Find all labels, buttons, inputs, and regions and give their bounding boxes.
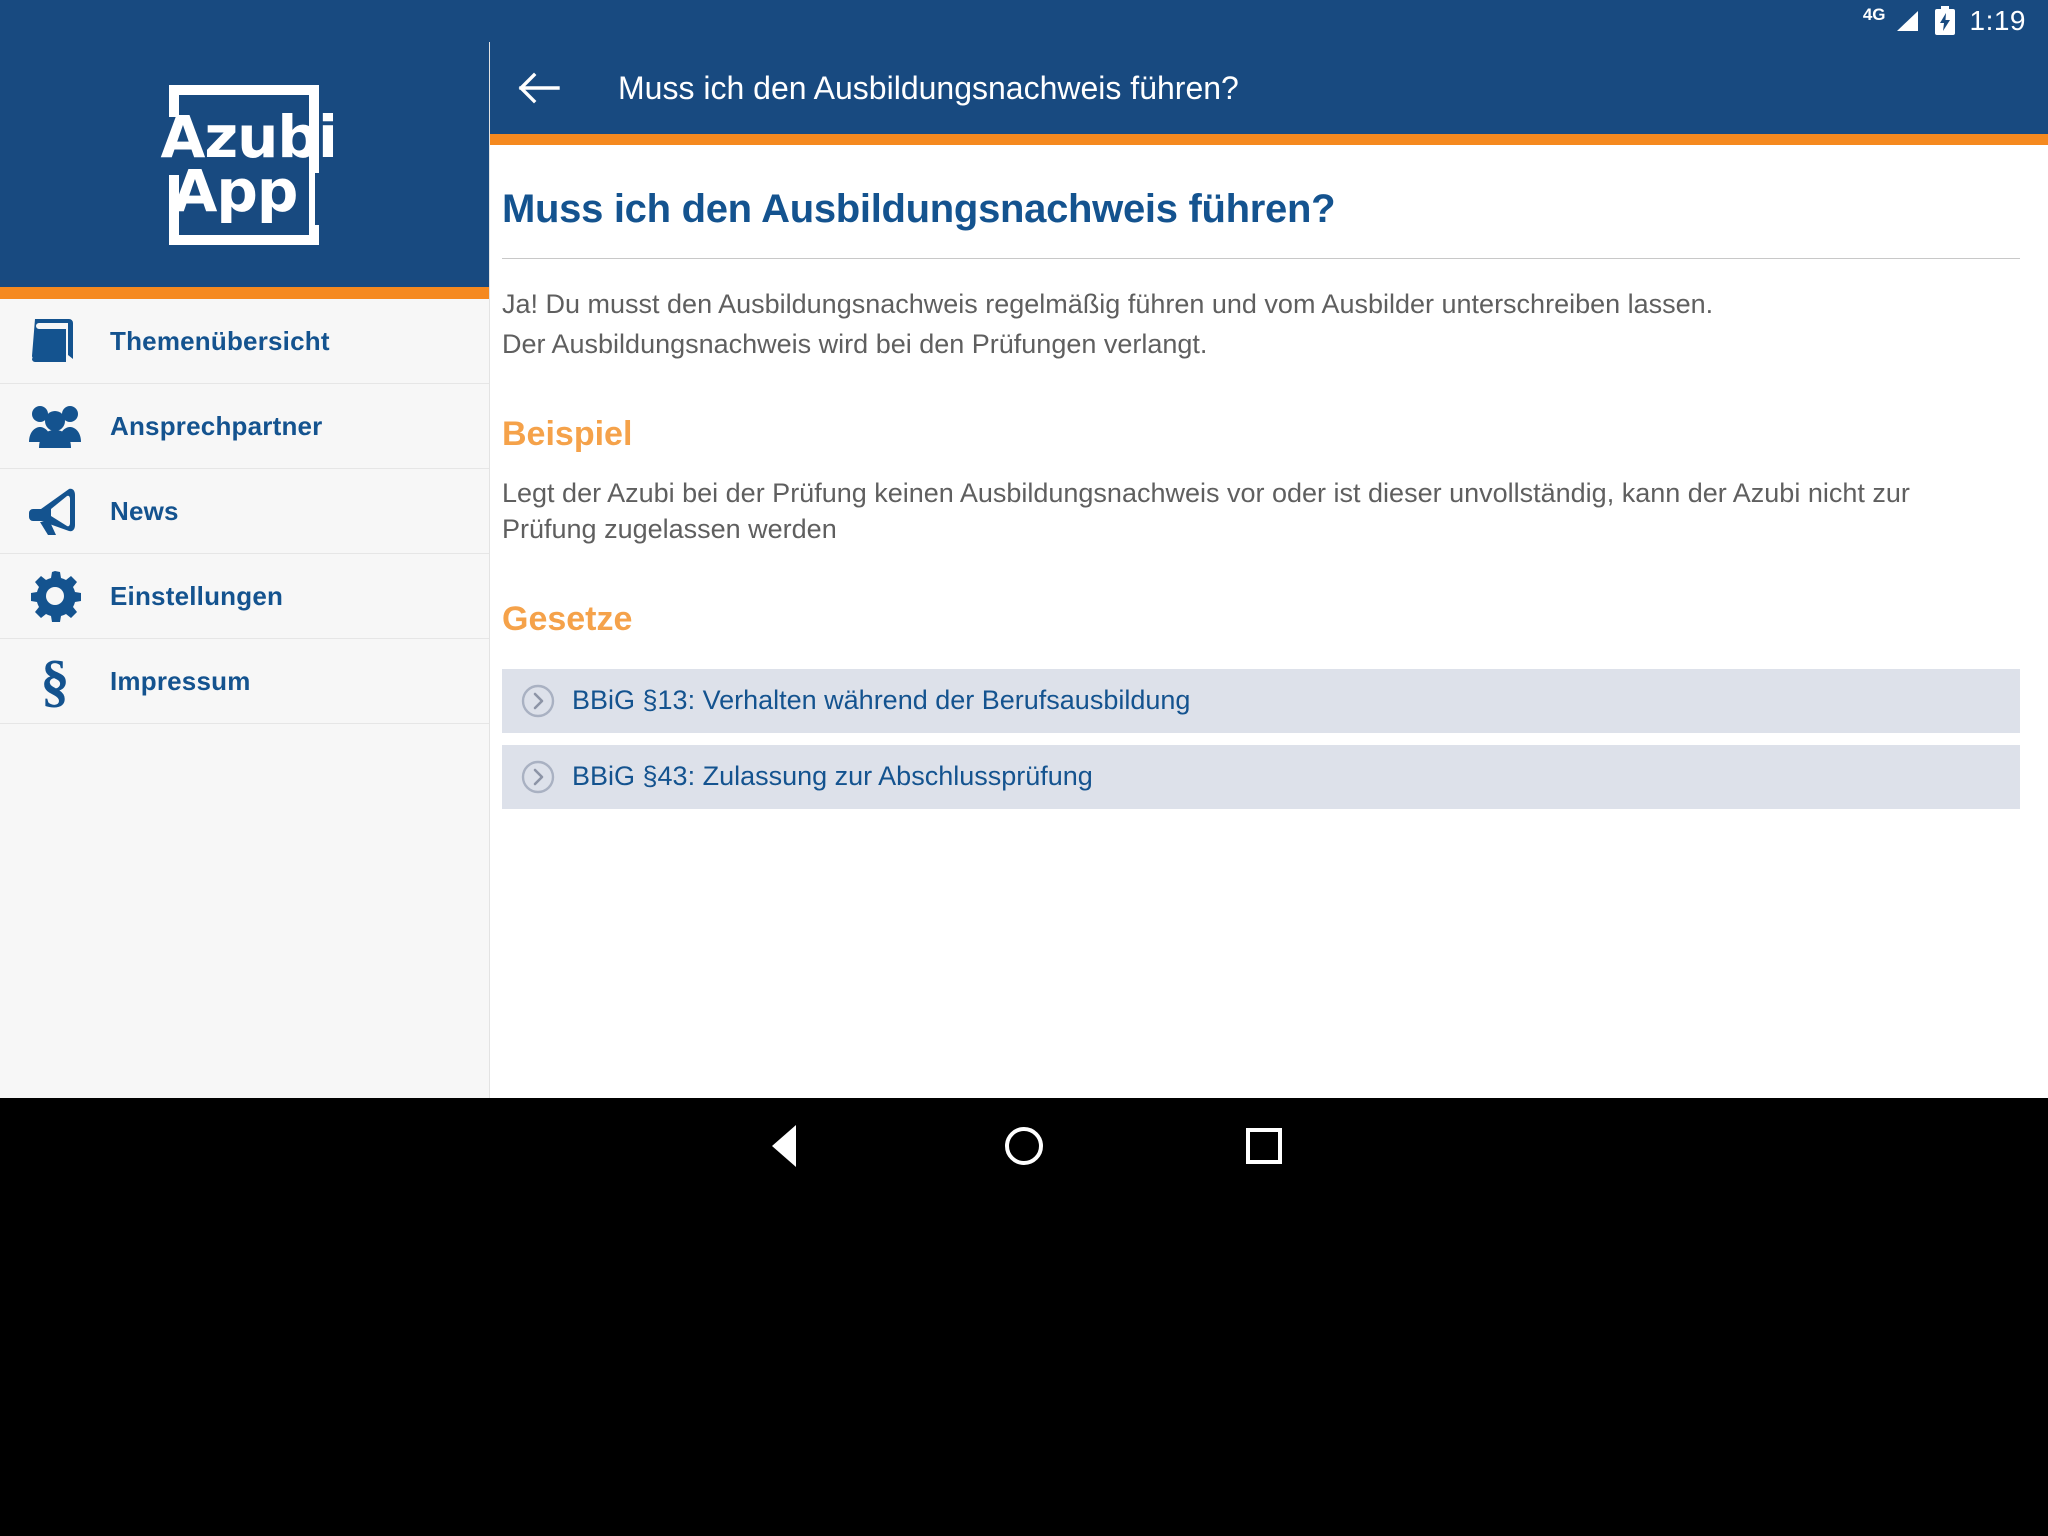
signal-icon bbox=[1894, 8, 1920, 34]
sidebar-item-einstellungen[interactable]: Einstellungen bbox=[0, 554, 489, 639]
section-sign-icon: § bbox=[40, 648, 70, 713]
app-bar: Muss ich den Ausbildungsnachweis führen? bbox=[490, 42, 2048, 134]
megaphone-icon bbox=[18, 481, 92, 541]
sidebar-item-label: Themenübersicht bbox=[110, 325, 330, 356]
home-circle-icon[interactable] bbox=[989, 1111, 1059, 1181]
gear-icon bbox=[18, 566, 92, 626]
section-heading-gesetze: Gesetze bbox=[502, 599, 633, 638]
section-heading-beispiel: Beispiel bbox=[502, 414, 633, 453]
network-type-label: 4G bbox=[1862, 4, 1886, 24]
app-bar-title: Muss ich den Ausbildungsnachweis führen? bbox=[618, 69, 1239, 106]
sidebar-item-impressum[interactable]: § Impressum bbox=[0, 639, 489, 724]
example-text: Legt der Azubi bei der Prüfung keinen Au… bbox=[502, 477, 1910, 544]
status-bar: 4G 1:19 bbox=[0, 0, 2048, 42]
azubi-app-logo: Azubi App bbox=[146, 81, 343, 249]
title-divider bbox=[502, 258, 2020, 259]
paragraph: Ja! Du musst den Ausbildungsnachweis reg… bbox=[502, 289, 1714, 319]
navigation-buttons bbox=[0, 1098, 2048, 1194]
people-group-icon bbox=[18, 396, 92, 456]
law-link-label: BBiG §43: Zulassung zur Abschlussprüfung bbox=[572, 761, 1093, 792]
drawer-accent-bar bbox=[0, 287, 489, 299]
logo-wordmark: Azubi App bbox=[147, 81, 343, 249]
sidebar-item-news[interactable]: News bbox=[0, 469, 489, 554]
page-title: Muss ich den Ausbildungsnachweis führen? bbox=[502, 187, 1336, 231]
article-body: Muss ich den Ausbildungsnachweis führen?… bbox=[490, 145, 2048, 1098]
sidebar-item-ansprechpartner[interactable]: Ansprechpartner bbox=[0, 384, 489, 469]
clock-label: 1:19 bbox=[1969, 5, 2026, 36]
drawer-menu: Themenübersicht Ansprechpartner News Ein… bbox=[0, 299, 489, 724]
android-navigation-bar bbox=[0, 1098, 2048, 1536]
law-link-item[interactable]: BBiG §13: Verhalten während der Berufsau… bbox=[502, 668, 2020, 733]
back-triangle-icon[interactable] bbox=[749, 1111, 819, 1181]
law-link-list: BBiG §13: Verhalten während der Berufsau… bbox=[502, 668, 2020, 809]
sidebar-item-label: News bbox=[110, 495, 179, 526]
sidebar-item-themenuebersicht[interactable]: Themenübersicht bbox=[0, 299, 489, 384]
sidebar-item-label: Ansprechpartner bbox=[110, 410, 323, 441]
paragraph: Der Ausbildungsnachweis wird bei den Prü… bbox=[502, 328, 1208, 359]
book-icon bbox=[18, 311, 92, 371]
chevron-right-circle-icon bbox=[518, 681, 558, 721]
law-link-label: BBiG §13: Verhalten während der Berufsau… bbox=[572, 685, 1191, 716]
app-screen: 4G 1:19 Azubi App Themenübersicht Anspre… bbox=[0, 0, 2048, 1536]
drawer-header: Azubi App bbox=[0, 42, 489, 287]
law-link-item[interactable]: BBiG §43: Zulassung zur Abschlussprüfung bbox=[502, 744, 2020, 809]
logo-line-2: App bbox=[172, 156, 299, 225]
chevron-right-circle-icon bbox=[518, 757, 558, 797]
sidebar-item-label: Einstellungen bbox=[110, 580, 284, 611]
recents-square-icon[interactable] bbox=[1229, 1111, 1299, 1181]
content-accent-bar bbox=[490, 134, 2048, 145]
battery-charging-icon bbox=[1934, 6, 1956, 36]
content-column: Muss ich den Ausbildungsnachweis führen?… bbox=[490, 42, 2048, 1098]
sidebar-item-label: Impressum bbox=[110, 665, 251, 696]
arrow-left-icon[interactable] bbox=[490, 42, 586, 134]
navigation-drawer: Azubi App Themenübersicht Ansprechpartne… bbox=[0, 42, 490, 1098]
